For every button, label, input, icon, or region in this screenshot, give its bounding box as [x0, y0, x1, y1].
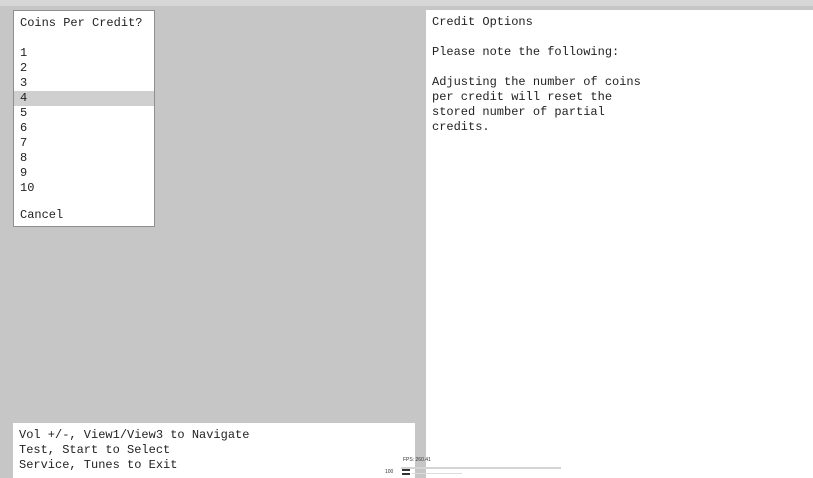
- fps-graph-bar: [412, 473, 462, 474]
- info-body-line: per credit will reset the: [432, 90, 613, 104]
- info-note: Please note the following:: [432, 45, 620, 59]
- help-navigate-line: Vol +/-, View1/View3 to Navigate: [19, 428, 250, 442]
- help-exit-line: Service, Tunes to Exit: [19, 458, 178, 472]
- menu-option-1[interactable]: 1: [14, 46, 154, 61]
- menu-option-7[interactable]: 7: [14, 136, 154, 151]
- menu-options-list: 1 2 3 4 5 6 7 8 9 10: [14, 46, 154, 196]
- cancel-option[interactable]: Cancel: [20, 208, 63, 223]
- info-body-line: stored number of partial: [432, 105, 605, 119]
- menu-option-10[interactable]: 10: [14, 181, 154, 196]
- fps-scale-label: 100: [385, 469, 394, 475]
- info-body-line: credits.: [432, 120, 490, 134]
- controls-help-panel: Vol +/-, View1/View3 to Navigate Test, S…: [13, 423, 415, 478]
- info-body-line: Adjusting the number of coins: [432, 75, 641, 89]
- menu-option-9[interactable]: 9: [14, 166, 154, 181]
- menu-option-2[interactable]: 2: [14, 61, 154, 76]
- help-select-line: Test, Start to Select: [19, 443, 171, 457]
- info-title: Credit Options: [432, 15, 533, 29]
- credit-options-info-panel: Credit Options Please note the following…: [426, 10, 813, 478]
- menu-option-3[interactable]: 3: [14, 76, 154, 91]
- menu-title: Coins Per Credit?: [20, 16, 143, 30]
- menu-option-4-selected[interactable]: 4: [14, 91, 154, 106]
- coins-per-credit-menu: Coins Per Credit? 1 2 3 4 5 6 7 8 9 10 C…: [13, 10, 155, 227]
- fps-graph-bar: [402, 473, 410, 475]
- fps-graph-track: [401, 467, 561, 469]
- info-body: Adjusting the number of coins per credit…: [432, 75, 732, 135]
- fps-counter: FPS: 260.41: [403, 457, 431, 463]
- fps-graph-bar: [402, 469, 410, 471]
- menu-option-6[interactable]: 6: [14, 121, 154, 136]
- menu-option-8[interactable]: 8: [14, 151, 154, 166]
- top-strip: [0, 0, 813, 6]
- menu-option-5[interactable]: 5: [14, 106, 154, 121]
